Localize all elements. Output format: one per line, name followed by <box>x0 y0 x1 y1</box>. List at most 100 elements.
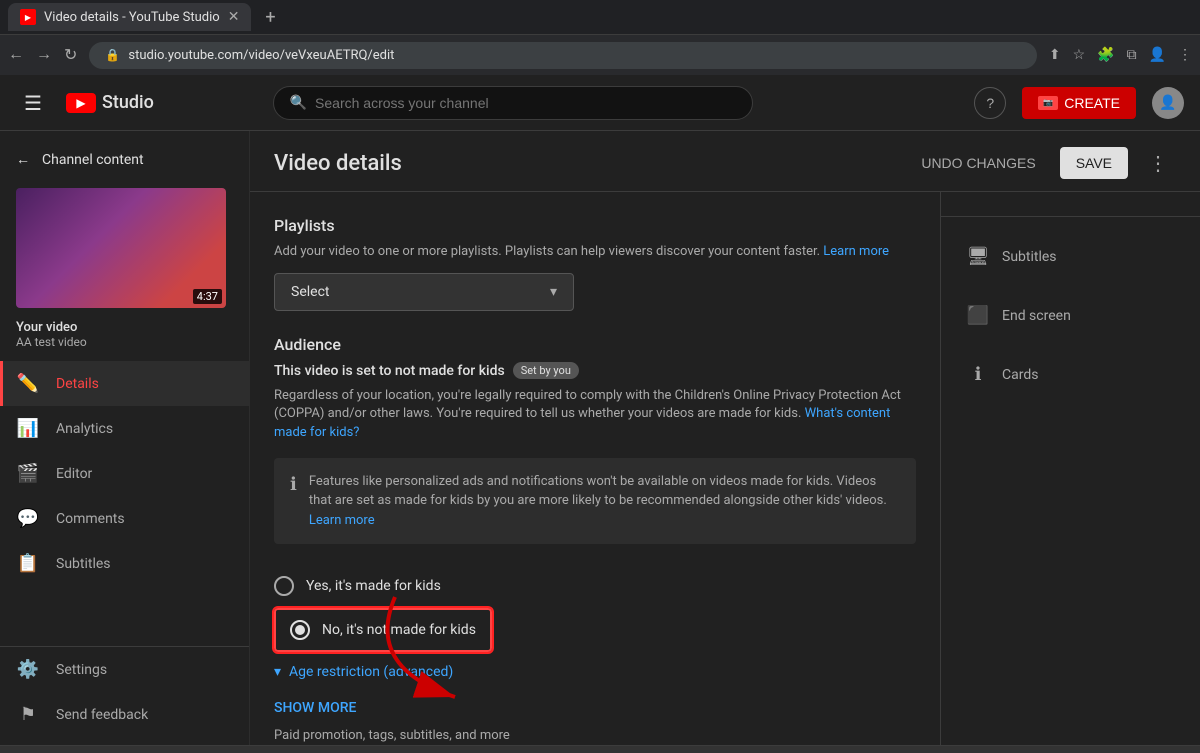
chevron-down-icon: ▾ <box>274 664 281 680</box>
star-icon[interactable]: ☆ <box>1073 47 1086 63</box>
info-learn-more[interactable]: Learn more <box>309 513 375 528</box>
info-icon: ℹ <box>290 474 297 531</box>
address-bar[interactable]: 🔒 studio.youtube.com/video/veVxeuAETRQ/e… <box>89 42 1036 69</box>
sidebar-item-subtitles[interactable]: 📋 Subtitles <box>0 541 249 586</box>
search-bar[interactable]: 🔍 <box>273 86 753 120</box>
info-text-content: Features like personalized ads and notif… <box>309 474 887 509</box>
tab-title: Video details - YouTube Studio <box>44 10 220 25</box>
age-restriction-label: Age restriction (advanced) <box>289 664 453 680</box>
help-button[interactable]: ? <box>974 87 1006 119</box>
browser-controls: ← → ↻ 🔒 studio.youtube.com/video/veVxeuA… <box>0 35 1200 75</box>
panel-item-subtitles-label: Subtitles <box>1002 249 1057 265</box>
lock-icon: 🔒 <box>105 48 120 62</box>
panel-item-subtitles[interactable]: 🖥 Subtitles <box>949 231 1192 282</box>
audience-status-text: This video is set to not made for kids <box>274 363 505 379</box>
info-text: Features like personalized ads and notif… <box>309 472 900 531</box>
video-thumbnail: 4:37 <box>16 188 226 308</box>
back-to-channel-content[interactable]: ← Channel content <box>0 139 249 180</box>
playlists-learn-more[interactable]: Learn more <box>823 244 889 259</box>
top-nav: ☰ Studio 🔍 ? 📷 CREATE 👤 <box>0 75 1200 131</box>
promo-text: Paid promotion, tags, subtitles, and mor… <box>274 728 916 743</box>
sidebar-bottom: ⚙️ Settings ⚑ Send feedback <box>0 646 249 737</box>
search-icon: 🔍 <box>290 95 307 111</box>
sidebar-item-label-comments: Comments <box>56 511 125 527</box>
menu-dots-icon[interactable]: ⋮ <box>1178 47 1192 63</box>
page-title: Video details <box>274 151 909 176</box>
main-area: ← Channel content 4:37 Your video AA tes… <box>0 131 1200 745</box>
url-text: studio.youtube.com/video/veVxeuAETRQ/edi… <box>128 48 394 63</box>
panel-item-cards[interactable]: ℹ Cards <box>949 349 1192 400</box>
header-actions: UNDO CHANGES SAVE ⋮ <box>909 147 1176 179</box>
avatar[interactable]: 👤 <box>1152 87 1184 119</box>
playlists-desc-text: Add your video to one or more playlists.… <box>274 244 820 259</box>
back-arrow-icon: ← <box>16 151 30 168</box>
radio-no-option[interactable]: No, it's not made for kids <box>274 608 492 652</box>
extension-icon[interactable]: 🧩 <box>1097 47 1114 63</box>
new-tab-button[interactable]: + <box>259 7 281 28</box>
active-tab[interactable]: Video details - YouTube Studio ✕ <box>8 3 251 31</box>
sidebar-item-label-details: Details <box>56 376 99 392</box>
editor-icon: 🎬 <box>16 463 40 484</box>
more-options-icon[interactable]: ⋮ <box>1140 147 1176 179</box>
radio-yes-option[interactable]: Yes, it's made for kids <box>274 564 916 608</box>
sidebar: ← Channel content 4:37 Your video AA tes… <box>0 131 250 745</box>
details-icon: ✏️ <box>16 373 40 394</box>
playlists-title: Playlists <box>274 216 916 235</box>
sidebar-item-editor[interactable]: 🎬 Editor <box>0 451 249 496</box>
sidebar-item-comments[interactable]: 💬 Comments <box>0 496 249 541</box>
radio-no-label: No, it's not made for kids <box>322 622 476 638</box>
video-info: Your video AA test video <box>0 316 249 361</box>
panel-item-end-screen[interactable]: ⬛ End screen <box>949 290 1192 341</box>
age-restriction-row[interactable]: ▾ Age restriction (advanced) <box>274 652 916 692</box>
comments-icon: 💬 <box>16 508 40 529</box>
split-icon[interactable]: ⧉ <box>1127 47 1137 63</box>
youtube-logo <box>66 93 96 113</box>
content-area: Playlists Add your video to one or more … <box>250 192 1200 745</box>
sidebar-item-label-feedback: Send feedback <box>56 707 148 723</box>
sidebar-item-label-analytics: Analytics <box>56 421 113 437</box>
playlist-select-label: Select <box>291 284 329 300</box>
video-form: Playlists Add your video to one or more … <box>250 192 940 745</box>
sidebar-item-details[interactable]: ✏️ Details <box>0 361 249 406</box>
reload-button[interactable]: ↻ <box>64 45 77 65</box>
studio-label: Studio <box>102 92 154 113</box>
undo-changes-button[interactable]: UNDO CHANGES <box>909 147 1047 179</box>
sidebar-item-analytics[interactable]: 📊 Analytics <box>0 406 249 451</box>
right-panel: 🖥 Subtitles ⬛ End screen ℹ Cards <box>940 192 1200 745</box>
analytics-icon: 📊 <box>16 418 40 439</box>
subtitles-icon: 📋 <box>16 553 40 574</box>
radio-yes-circle <box>274 576 294 596</box>
app-container: ☰ Studio 🔍 ? 📷 CREATE 👤 ← Channel conten… <box>0 75 1200 745</box>
panel-item-end-screen-label: End screen <box>1002 308 1071 324</box>
sidebar-item-settings[interactable]: ⚙️ Settings <box>0 647 249 692</box>
create-label: CREATE <box>1064 95 1120 111</box>
channel-content-label: Channel content <box>42 152 144 168</box>
sidebar-item-label-editor: Editor <box>56 466 92 482</box>
dropdown-arrow-icon: ▾ <box>550 284 557 300</box>
video-subtitle: AA test video <box>16 335 233 349</box>
browser-actions: ⬆ ☆ 🧩 ⧉ 👤 ⋮ <box>1049 47 1192 63</box>
tab-favicon <box>20 9 36 25</box>
save-button[interactable]: SAVE <box>1060 147 1128 179</box>
browser-tab-bar: Video details - YouTube Studio ✕ + <box>0 0 1200 35</box>
tab-close-button[interactable]: ✕ <box>228 9 240 25</box>
playlist-dropdown[interactable]: Select ▾ <box>274 273 574 311</box>
share-icon[interactable]: ⬆ <box>1049 47 1061 63</box>
profile-icon[interactable]: 👤 <box>1149 47 1166 63</box>
forward-button[interactable]: → <box>36 46 52 64</box>
video-title: Your video <box>16 320 233 335</box>
audience-desc: Regardless of your location, you're lega… <box>274 387 916 442</box>
panel-item-cards-label: Cards <box>1002 367 1038 383</box>
create-button[interactable]: 📷 CREATE <box>1022 87 1136 119</box>
horizontal-scrollbar[interactable] <box>0 745 1200 753</box>
sidebar-item-send-feedback[interactable]: ⚑ Send feedback <box>0 692 249 737</box>
back-button[interactable]: ← <box>8 46 24 64</box>
search-input[interactable] <box>315 95 736 111</box>
show-more-button[interactable]: SHOW MORE <box>274 692 916 724</box>
audience-status-row: This video is set to not made for kids S… <box>274 362 916 379</box>
sidebar-item-label-settings: Settings <box>56 662 107 678</box>
hamburger-icon[interactable]: ☰ <box>16 83 50 123</box>
subtitles-panel-icon: 🖥 <box>966 246 990 267</box>
feedback-icon: ⚑ <box>16 704 40 725</box>
camera-icon: 📷 <box>1038 96 1058 110</box>
